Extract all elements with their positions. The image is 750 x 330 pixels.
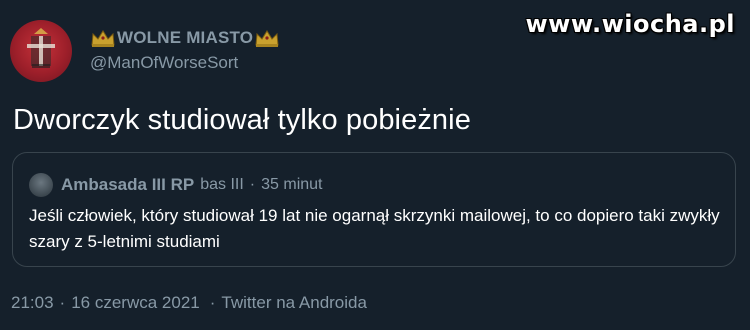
city-coat-of-arms-icon <box>27 28 55 68</box>
tweet-text: Dworczyk studiował tylko pobieżnie <box>13 104 471 136</box>
quoted-timestamp: 35 minut <box>261 176 323 193</box>
quoted-author-handle: bas III <box>200 176 244 193</box>
quoted-tweet-card[interactable]: Ambasada III RP bas III · 35 minut Jeśli… <box>12 152 736 267</box>
quoted-separator: · <box>249 176 256 193</box>
quoted-author-name: Ambasada III RP <box>61 175 195 194</box>
author-handle[interactable]: @ManOfWorseSort <box>90 53 238 73</box>
meta-separator: · <box>59 293 66 312</box>
quoted-tweet-header: Ambasada III RP bas III · 35 minut <box>29 173 323 197</box>
tweet-meta: 21:03 · 16 czerwca 2021 · Twitter na Android… <box>11 293 367 313</box>
quoted-tweet-text: Jeśli człowiek, który studiował 19 lat n… <box>29 206 720 251</box>
tweet-time[interactable]: 21:03 <box>11 293 54 312</box>
author-name-row: WOLNE MIASTO <box>90 26 280 50</box>
author-avatar[interactable] <box>10 20 72 82</box>
tweet-date[interactable]: 16 czerwca 2021 <box>71 293 200 312</box>
crown-icon <box>255 30 279 47</box>
crown-icon <box>91 30 115 47</box>
meta-separator: · <box>209 293 216 312</box>
site-watermark: www.wiocha.pl <box>525 10 735 38</box>
tweet-source[interactable]: Twitter na Androida <box>221 293 367 312</box>
quoted-author-avatar <box>29 173 53 197</box>
author-display-name[interactable]: WOLNE MIASTO <box>117 28 253 48</box>
